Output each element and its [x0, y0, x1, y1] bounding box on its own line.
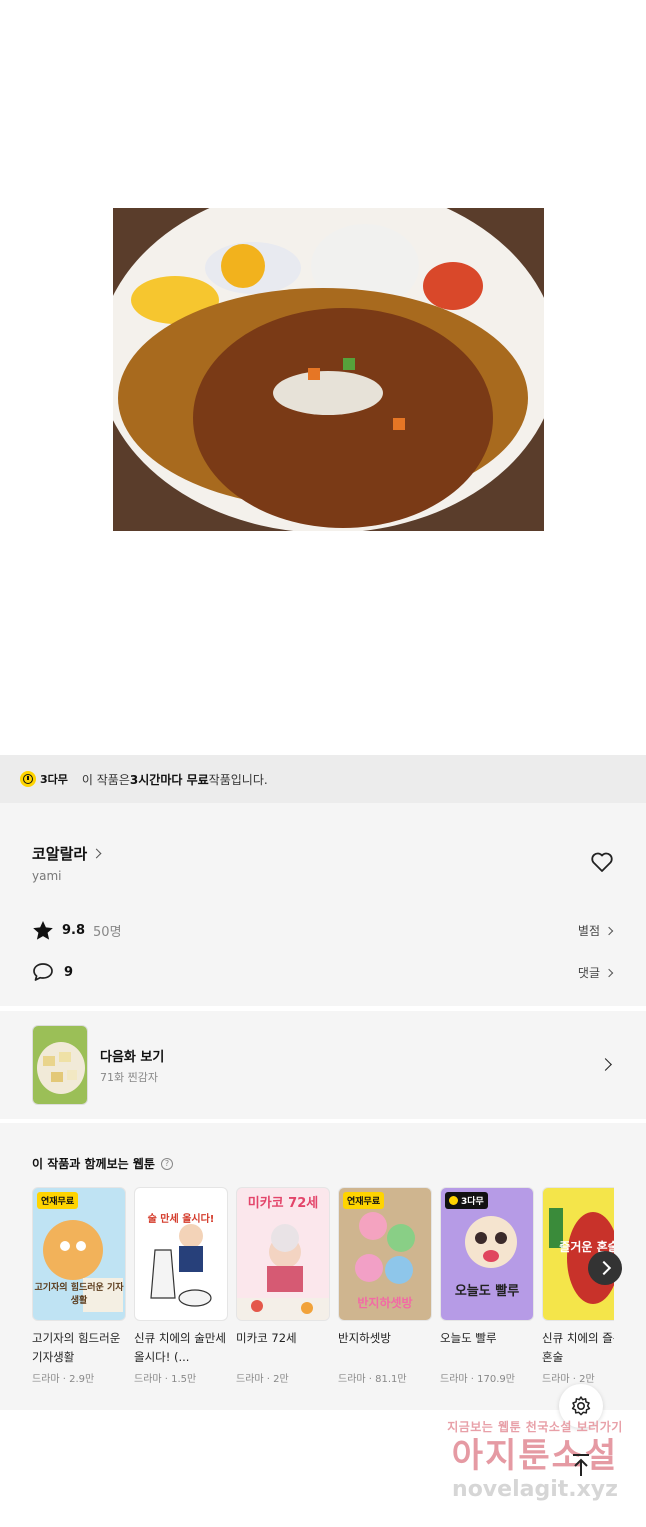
card-meta: 드라마 · 81.1만 [338, 1374, 407, 1385]
chevron-right-icon [91, 848, 102, 859]
recommendation-card[interactable]: 술 만세 올시다! 신큐 치에의 술만세 올시다! (... 드라마 · 1.5… [134, 1187, 228, 1385]
food-photo [113, 208, 544, 531]
card-title: 오늘도 빨루 [440, 1331, 497, 1345]
card-cover: 미카코 72세 [236, 1187, 330, 1321]
next-episode-card[interactable]: 다음화 보기 71화 찐감자 [0, 1011, 646, 1119]
site-watermark: 지금보는 웹툰 천국소설 보러가기 아지툰소설 novelagit.xyz [430, 1418, 640, 1518]
rating-value: 9.8 [62, 923, 86, 938]
card-tag: 연재무료 [37, 1192, 79, 1209]
banner-text-prefix: 이 작품은 [81, 772, 130, 787]
card-cover-text: 오늘도 빨루 [454, 1284, 520, 1299]
chevron-right-icon [599, 1058, 612, 1071]
work-info-panel: 코알랄라 yami 9.8 50명 별점 9 댓글 [0, 803, 646, 1006]
card-tag-label: 3다무 [461, 1197, 484, 1207]
chevron-right-icon [604, 968, 614, 977]
work-title-link[interactable]: 코알랄라 [32, 843, 102, 864]
watermark-line1: 지금보는 웹툰 천국소설 보러가기 [447, 1420, 623, 1434]
work-title: 코알랄라 [32, 845, 88, 863]
recommendations-title-text: 이 작품과 함께보는 웹툰 [32, 1157, 155, 1171]
card-meta: 드라마 · 2.9만 [32, 1374, 95, 1385]
star-icon [33, 921, 53, 940]
recommendations-section: 이 작품과 함께보는 웹툰 ? 연재무료 고기자의 힘드러운 기자생활 고기자의… [0, 1123, 646, 1410]
next-episode-label: 다음화 보기 [100, 1050, 165, 1065]
card-meta: 드라마 · 170.9만 [440, 1374, 515, 1385]
card-cover: 연재무료 반지하셋방 [338, 1187, 432, 1321]
card-tag: 3다무 [445, 1192, 488, 1209]
card-meta: 드라마 · 2만 [236, 1374, 289, 1385]
card-title: 반지하셋방 [338, 1331, 391, 1345]
comment-link-label: 댓글 [577, 966, 600, 980]
recommendation-card[interactable]: 연재무료 반지하셋방 반지하셋방 드라마 · 81.1만 [338, 1187, 432, 1385]
recommendation-card[interactable]: 미카코 72세 미카코 72세 드라마 · 2만 [236, 1187, 330, 1385]
comment-link[interactable]: 댓글 [577, 964, 614, 981]
arrow-up-icon [573, 1454, 589, 1476]
free-badge: 3다무 [20, 771, 68, 787]
rating-count: 50명 [93, 925, 122, 940]
card-cover-text: 반지하셋방 [357, 1296, 413, 1310]
recommendation-card[interactable]: 3다무 오늘도 빨루 오늘도 빨루 드라마 · 170.9만 [440, 1187, 534, 1385]
rating-link-label: 별점 [577, 924, 600, 938]
card-cover-text: 미카코 72세 [247, 1196, 319, 1211]
chevron-right-icon [604, 926, 614, 935]
clock-icon [449, 1196, 458, 1205]
next-episode-subtitle: 71화 찐감자 [100, 1071, 158, 1084]
card-cover-text: 술 만세 올시다! [147, 1214, 215, 1225]
card-title: 신큐 치에의 술만세 올시다! (... [134, 1331, 226, 1364]
card-meta: 드라마 · 1.5만 [134, 1374, 197, 1385]
banner-text-bold: 3시간마다 무료 [129, 772, 209, 787]
card-cover-text: 고기자의 힘드러운 기자생활 [34, 1283, 124, 1306]
heart-icon[interactable] [590, 851, 614, 873]
free-badge-label: 3다무 [40, 773, 68, 786]
card-tag: 연재무료 [343, 1192, 385, 1209]
recommendation-card[interactable]: 연재무료 고기자의 힘드러운 기자생활 고기자의 힘드러운 기자생활 드라마 ·… [32, 1187, 126, 1385]
card-meta: 드라마 · 2만 [542, 1374, 595, 1385]
card-cover: 술 만세 올시다! [134, 1187, 228, 1321]
help-icon[interactable]: ? [160, 1157, 173, 1170]
card-cover: 연재무료 고기자의 힘드러운 기자생활 [32, 1187, 126, 1321]
rating-link[interactable]: 별점 [577, 922, 614, 939]
comment-row: 9 [32, 962, 73, 982]
recommendation-card[interactable]: 즐거운 혼술 신큐 치에의 즐운 혼술 드라마 · 2만 [542, 1187, 614, 1385]
card-title: 신큐 치에의 즐운 혼술 [542, 1331, 614, 1364]
rating-row: 9.8 50명 [32, 920, 122, 941]
recommendation-carousel: 연재무료 고기자의 힘드러운 기자생활 고기자의 힘드러운 기자생활 드라마 ·… [32, 1187, 614, 1397]
comment-icon [33, 963, 53, 981]
watermark-line2: 아지툰소설 [451, 1436, 619, 1476]
work-author: yami [32, 869, 62, 883]
watermark-line3: novelagit.xyz [452, 1477, 618, 1502]
card-cover: 3다무 오늘도 빨루 [440, 1187, 534, 1321]
comment-count: 9 [64, 964, 74, 980]
episode-image [113, 208, 544, 531]
free-policy-banner: 3다무 이 작품은 3시간마다 무료 작품입니다. [0, 755, 646, 803]
carousel-next-button[interactable] [588, 1251, 622, 1285]
recommendations-title: 이 작품과 함께보는 웹툰 ? [32, 1155, 173, 1172]
banner-text-suffix: 작품입니다. [208, 772, 268, 787]
card-title: 고기자의 힘드러운 기자생활 [32, 1331, 121, 1364]
scroll-top-button[interactable] [566, 1450, 596, 1480]
clock-icon [20, 771, 36, 787]
settings-icon [571, 1396, 591, 1416]
card-title: 미카코 72세 [236, 1331, 297, 1345]
next-episode-thumbnail [32, 1025, 88, 1105]
